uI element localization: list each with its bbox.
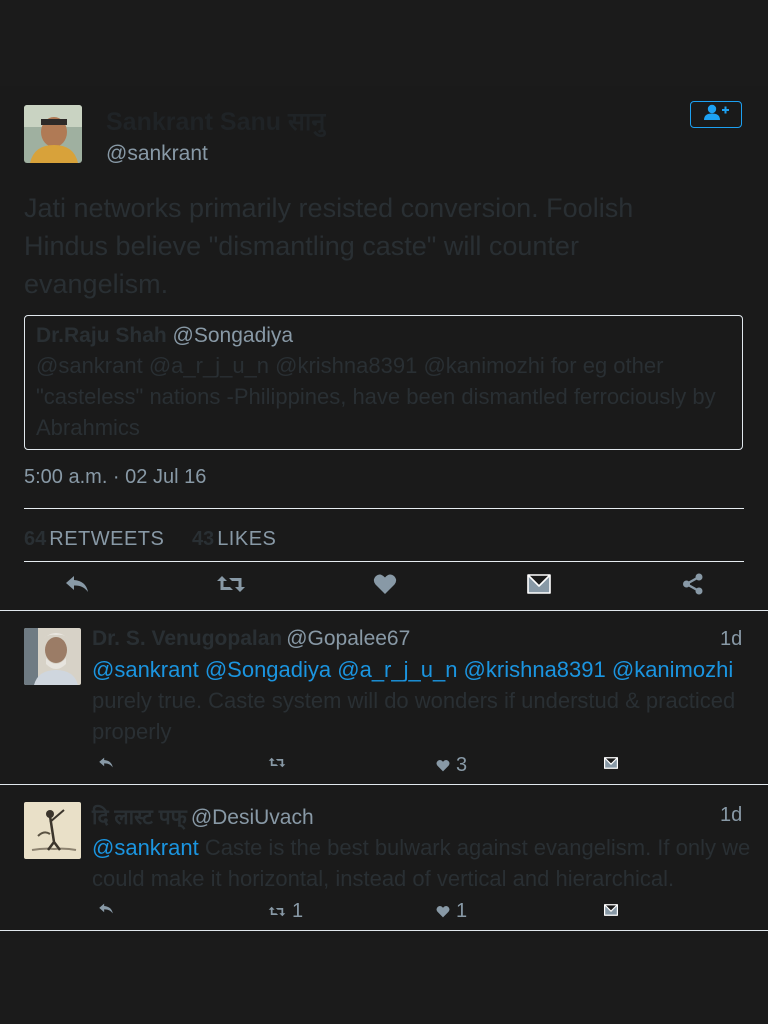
quoted-tweet-header: Dr.Raju Shah @Songadiya (36, 324, 293, 348)
divider (24, 561, 744, 562)
tweet-text: Jati networks primarily resisted convers… (24, 193, 634, 299)
quoted-tweet-text: @sankrant @a_r_j_u_n @krishna8391 @kanim… (36, 353, 716, 440)
reply-author-handle[interactable]: @DesiUvach (191, 806, 314, 829)
reply-retweet-count: 1 (292, 900, 304, 922)
retweet-icon (216, 573, 246, 600)
quoted-tweet[interactable]: Dr.Raju Shah @Songadiya @sankrant @a_r_j… (24, 315, 743, 450)
author-avatar[interactable] (24, 105, 82, 163)
likes-label: LIKES (217, 528, 277, 546)
share-icon (682, 573, 704, 600)
reply-reply-button[interactable] (92, 756, 114, 769)
heart-icon (436, 905, 450, 918)
share-button[interactable] (678, 572, 708, 600)
reply-text: @sankrant @Songadiya @a_r_j_u_n @krishna… (92, 654, 752, 747)
reply-like-button[interactable]: 3 (430, 754, 467, 777)
direct-message-button[interactable] (524, 572, 554, 600)
reply-author-handle[interactable]: @Gopalee67 (286, 627, 410, 650)
reply-icon (98, 902, 114, 915)
divider (0, 784, 768, 785)
retweets-stat[interactable]: 64 RETWEETS (24, 528, 164, 546)
reply-author-name[interactable]: Dr. S. Venugopalan (92, 627, 282, 650)
heart-icon (373, 573, 397, 600)
like-button[interactable] (370, 572, 400, 600)
divider (0, 610, 768, 611)
author-handle[interactable]: @sankrant (106, 142, 208, 166)
reply-reply-button[interactable] (92, 902, 114, 915)
quoted-author-handle: @Songadiya (172, 324, 294, 347)
reply-avatar[interactable] (24, 802, 81, 859)
reply-retweet-button[interactable]: 1 (262, 900, 303, 923)
retweets-label: RETWEETS (49, 528, 165, 546)
retweet-icon (268, 905, 286, 918)
status-bar-area (0, 0, 768, 86)
reply-like-count: 3 (456, 754, 468, 776)
divider (24, 508, 744, 509)
tweet-timestamp[interactable]: 5:00 a.m. · 02 Jul 16 (24, 466, 206, 489)
reply-dm-button[interactable] (598, 904, 618, 916)
reply-retweet-button[interactable] (262, 756, 292, 769)
reply-time: 1d (720, 804, 743, 826)
reply-button[interactable] (62, 572, 92, 600)
reply-mentions[interactable]: @sankrant @Songadiya @a_r_j_u_n @krishna… (92, 657, 733, 682)
retweet-button[interactable] (215, 572, 247, 600)
divider (0, 930, 768, 931)
reply-icon (64, 574, 90, 599)
envelope-icon (604, 904, 618, 916)
heart-icon (436, 759, 450, 772)
retweet-icon (268, 756, 286, 769)
reply-like-count: 1 (456, 900, 468, 922)
quoted-author-name: Dr.Raju Shah (36, 324, 167, 347)
reply-icon (98, 756, 114, 769)
reply-header: दि लास्ट पफ् @DesiUvach (92, 803, 314, 831)
reply-header: Dr. S. Venugopalan @Gopalee67 (92, 627, 410, 651)
add-user-icon (701, 103, 731, 126)
likes-stat[interactable]: 43 LIKES (192, 528, 276, 546)
envelope-icon (527, 573, 551, 599)
retweets-count: 64 (24, 528, 47, 546)
follow-button[interactable] (690, 101, 742, 128)
reply-text: @sankrant Caste is the best bulwark agai… (92, 832, 752, 894)
reply-body: purely true. Caste system will do wonder… (92, 688, 736, 744)
author-name[interactable]: Sankrant Sanu सानु (106, 104, 325, 138)
reply-mentions[interactable]: @sankrant (92, 835, 199, 860)
tweet-stats: 64 RETWEETS 43 LIKES (24, 528, 276, 546)
envelope-icon (604, 757, 618, 769)
reply-like-button[interactable]: 1 (430, 900, 467, 923)
likes-count: 43 (191, 528, 215, 546)
reply-avatar[interactable] (24, 628, 81, 685)
reply-dm-button[interactable] (598, 757, 618, 769)
reply-time: 1d (720, 628, 743, 650)
navigation-bar-area (0, 938, 768, 1024)
reply-author-name[interactable]: दि लास्ट पफ् (92, 806, 187, 829)
